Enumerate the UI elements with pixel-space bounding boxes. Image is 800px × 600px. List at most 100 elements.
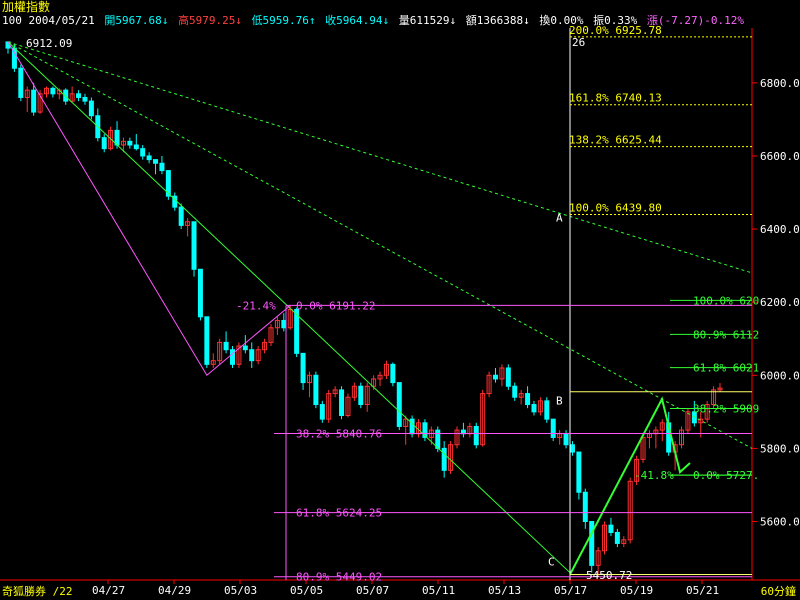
candle-body xyxy=(133,144,139,150)
candle-body xyxy=(396,382,402,427)
time-tick-label: 05/19 xyxy=(620,584,653,597)
fib-left-label: 61.8% 5624.25 xyxy=(296,507,382,520)
candle-body xyxy=(512,385,518,398)
candle-body xyxy=(505,367,511,387)
candle-body xyxy=(569,444,575,453)
candle-body xyxy=(614,531,620,544)
candle-body xyxy=(204,316,210,365)
candle-body xyxy=(608,524,614,533)
candle-body xyxy=(531,404,537,413)
trend-line-dashed-2 xyxy=(7,41,753,274)
time-tick-label: 05/13 xyxy=(488,584,521,597)
fib-upper-label: 100.0% 6439.80 xyxy=(569,202,662,215)
quote-volume: 量611529↓ xyxy=(398,14,457,27)
candle-body xyxy=(319,404,325,420)
candle-body xyxy=(544,400,550,420)
quote-change: 漲(-7.27)-0.12% xyxy=(646,14,744,27)
quote-turnover: 換0.00% xyxy=(539,14,584,27)
fib-right-label: 100.0% 620 xyxy=(693,294,759,307)
wave-line xyxy=(7,41,291,377)
fib-left-label: 38.2% 5840.76 xyxy=(296,427,382,440)
candle-body xyxy=(339,389,345,416)
time-tick-label: 04/29 xyxy=(158,584,191,597)
candle-body xyxy=(435,429,441,449)
candle-body xyxy=(31,89,37,113)
candle-body xyxy=(178,206,184,226)
candle-body xyxy=(492,374,498,380)
candle-body xyxy=(101,137,107,150)
quote-date: 100 2004/05/21 xyxy=(2,14,95,27)
candle-body xyxy=(550,418,556,438)
candle-body xyxy=(441,447,447,471)
wave-point-a: A xyxy=(556,212,563,225)
candle-body xyxy=(525,393,531,406)
quote-amount: 額1366388↓ xyxy=(465,14,530,27)
candle-body xyxy=(358,385,364,406)
candle-body xyxy=(153,159,159,164)
candle-body xyxy=(191,221,197,270)
fib-right-label: 61.8% 6021 xyxy=(693,362,759,375)
quote-open: 開5967.68↓ xyxy=(104,14,169,27)
price-tick-label: 5800.0 xyxy=(760,442,800,455)
candle-body xyxy=(409,418,415,435)
software-label: 奇狐勝券 /22 xyxy=(2,585,73,598)
candle-body xyxy=(300,352,306,384)
candle-body xyxy=(88,100,94,117)
wave-point-c: C xyxy=(548,555,555,568)
candle-body xyxy=(76,93,82,98)
fib-upper-label: 161.8% 6740.13 xyxy=(569,92,662,105)
low-price-label: 5450.72 xyxy=(586,569,632,582)
interval-label[interactable]: 60分鐘 xyxy=(761,583,796,599)
fib-left-label: 80.9% 5449.02 xyxy=(296,571,382,584)
quote-amplitude: 振0.33% xyxy=(593,14,638,27)
candle-body xyxy=(50,87,56,95)
high-price-label: 6912.09 xyxy=(26,37,72,50)
time-tick-label: 05/17 xyxy=(554,584,587,597)
candle-body xyxy=(159,162,165,172)
fib-right-label: 38.2% 5909 xyxy=(693,403,759,416)
price-tick-label: 6200.0 xyxy=(760,296,800,309)
fib-left-label: 0.0% 6191.22 xyxy=(296,299,375,312)
candle-body xyxy=(230,349,236,365)
candlestick-chart[interactable]: 6800.0 6600.0 6400.0 6200.0 6000.0 5800.0 5600… xyxy=(0,0,800,600)
candle-body xyxy=(18,67,24,98)
price-tick-label: 6000.0 xyxy=(760,369,800,382)
quote-high: 高5979.25↓ xyxy=(177,14,242,27)
candle-body xyxy=(127,140,133,146)
fib-upper-label: 138.2% 6625.44 xyxy=(569,134,662,147)
time-tick-label: 04/27 xyxy=(92,584,125,597)
fib-right-label: 80.9% 6112 xyxy=(693,328,759,341)
fib-right-label: -41.8% xyxy=(634,469,674,482)
quote-close: 收5964.94↓ xyxy=(325,14,390,27)
candle-body xyxy=(249,349,255,362)
candle-body xyxy=(82,96,88,102)
price-tick-label: 6400.0 xyxy=(760,223,800,236)
candle-body xyxy=(390,363,396,384)
candle-body xyxy=(281,319,287,329)
candle-body xyxy=(140,148,146,157)
wave-point-b: B xyxy=(556,395,563,408)
quote-low: 低5959.76↑ xyxy=(251,14,316,27)
fib-right-label: 0.0% 5727. xyxy=(693,469,759,482)
time-tick-label: 05/07 xyxy=(356,584,389,597)
candle-body xyxy=(146,155,152,161)
time-tick-label: 05/03 xyxy=(224,584,257,597)
candle-body xyxy=(582,491,588,523)
time-tick-label: 05/11 xyxy=(422,584,455,597)
candle-body xyxy=(197,268,203,318)
price-tick-label: 6600.0 xyxy=(760,150,800,163)
price-tick-label: 5600.0 xyxy=(760,516,800,529)
candle-body xyxy=(473,425,479,446)
fib-left-label: -21.4% xyxy=(236,299,276,312)
candle-body xyxy=(242,345,248,351)
quote-bar: 100 2004/05/21 開5967.68↓ 高5979.25↓ 低5959… xyxy=(2,14,747,27)
candle-body xyxy=(576,451,582,493)
cursor-label: 26 xyxy=(572,36,585,49)
candle-body xyxy=(589,521,595,566)
candle-body xyxy=(563,433,569,446)
price-tick-label: 6800.0 xyxy=(760,77,800,90)
candle-body xyxy=(114,129,120,146)
candle-body xyxy=(313,374,319,406)
candle-body xyxy=(223,341,229,351)
time-tick-label: 05/05 xyxy=(290,584,323,597)
